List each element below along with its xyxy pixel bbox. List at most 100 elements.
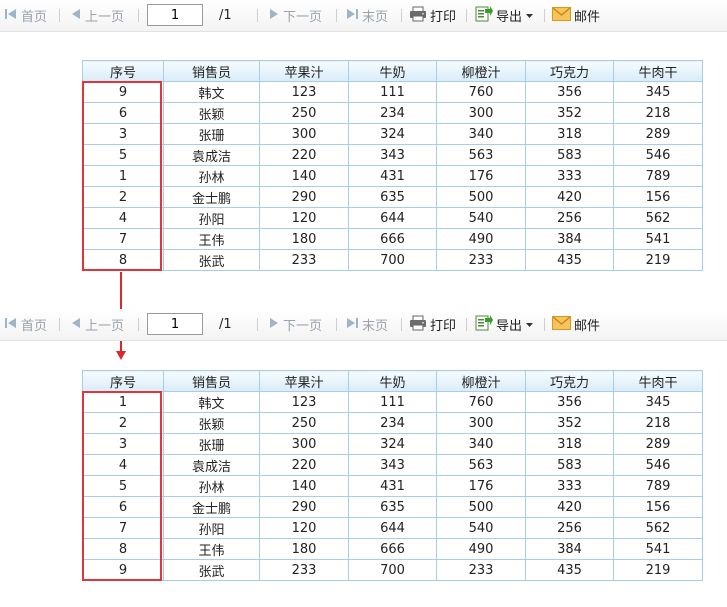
table-cell: 431 [348, 165, 437, 187]
prev-page-button[interactable]: 上一页 [70, 309, 124, 340]
print-button[interactable]: 打印 [409, 0, 456, 31]
export-icon [475, 314, 493, 335]
table-cell: 700 [348, 249, 437, 271]
table-cell: 孙林 [163, 475, 260, 497]
table-cell: 韩文 [163, 391, 260, 413]
toolbar-separator [59, 318, 60, 331]
column-header: 序号 [82, 60, 164, 82]
table-row: 8 张武 233 700 233 435 219 [82, 249, 703, 271]
toolbar-separator [138, 9, 139, 22]
toolbar-separator [544, 9, 545, 22]
first-page-button[interactable]: 首页 [4, 0, 47, 31]
table-cell: 300 [259, 433, 349, 455]
table-cell: 120 [259, 207, 349, 229]
last-page-icon [345, 8, 359, 24]
toolbar-separator [138, 318, 139, 331]
table-cell: 180 [259, 228, 349, 250]
printer-icon [409, 315, 427, 335]
first-page-label: 首页 [21, 319, 48, 334]
table-cell: 孙阳 [163, 207, 260, 229]
table-cell: 张武 [163, 249, 260, 271]
prev-page-button[interactable]: 上一页 [70, 0, 124, 31]
table-cell: 583 [525, 144, 614, 166]
table-cell: 635 [348, 186, 437, 208]
table-cell: 345 [613, 391, 703, 413]
table-cell: 156 [613, 496, 703, 518]
next-page-button[interactable]: 下一页 [268, 0, 322, 31]
table-cell: 340 [436, 433, 526, 455]
next-page-icon [268, 317, 280, 333]
table-header-row: 序号 销售员 苹果汁 牛奶 柳橙汁 巧克力 牛肉干 [82, 370, 703, 392]
table-cell: 540 [436, 517, 526, 539]
toolbar-separator [59, 9, 60, 22]
page-number-input[interactable] [147, 4, 203, 26]
table-cell: 张颖 [163, 412, 260, 434]
column-header: 销售员 [163, 370, 260, 392]
table-cell: 张珊 [163, 123, 260, 145]
table-cell: 546 [613, 454, 703, 476]
table-cell: 789 [613, 165, 703, 187]
table-cell: 333 [525, 165, 614, 187]
table-row: 4 孙阳 120 644 540 256 562 [82, 207, 703, 229]
table-row: 2 金士鹏 290 635 500 420 156 [82, 186, 703, 208]
table-cell: 352 [525, 412, 614, 434]
table-cell: 500 [436, 186, 526, 208]
table-cell: 435 [525, 249, 614, 271]
table-cell: 176 [436, 475, 526, 497]
first-page-button[interactable]: 首页 [4, 309, 47, 340]
next-page-button[interactable]: 下一页 [268, 309, 322, 340]
table-cell: 384 [525, 228, 614, 250]
next-page-label: 下一页 [283, 10, 323, 25]
table-cell: 111 [348, 81, 437, 103]
table-cell: 541 [613, 228, 703, 250]
print-label: 打印 [430, 10, 457, 25]
table-row: 7 王伟 180 666 490 384 541 [82, 228, 703, 250]
table-cell: 王伟 [163, 538, 260, 560]
table-cell: 张武 [163, 559, 260, 581]
print-button[interactable]: 打印 [409, 309, 456, 340]
table-cell: 290 [259, 186, 349, 208]
column-header: 销售员 [163, 60, 260, 82]
export-button[interactable]: 导出 [475, 309, 534, 340]
page-number-input[interactable] [147, 313, 203, 335]
export-label: 导出 [496, 319, 523, 334]
table-cell: 384 [525, 538, 614, 560]
last-page-label: 末页 [362, 319, 389, 334]
mail-button[interactable]: 邮件 [552, 0, 600, 31]
report-toolbar-top: 首页 上一页 /1 下一页 末页 打印 导出 [0, 0, 727, 32]
table-cell: 234 [348, 412, 437, 434]
mail-button[interactable]: 邮件 [552, 309, 600, 340]
export-button[interactable]: 导出 [475, 0, 534, 31]
prev-page-label: 上一页 [85, 10, 125, 25]
table-row: 1 孙林 140 431 176 333 789 [82, 165, 703, 187]
table-cell: 219 [613, 559, 703, 581]
column-header: 序号 [82, 370, 164, 392]
chevron-down-icon [526, 317, 534, 332]
table-cell: 644 [348, 207, 437, 229]
last-page-icon [345, 317, 359, 333]
page-total: /1 [219, 317, 232, 332]
table-cell: 233 [259, 559, 349, 581]
table-cell: 356 [525, 81, 614, 103]
table-row: 6 张颖 250 234 300 352 218 [82, 102, 703, 124]
table-cell: 343 [348, 144, 437, 166]
prev-page-icon [70, 317, 82, 333]
table-cell: 789 [613, 475, 703, 497]
table-cell: 123 [259, 81, 349, 103]
table-cell: 120 [259, 517, 349, 539]
printer-icon [409, 6, 427, 26]
column-header: 牛肉干 [613, 60, 703, 82]
sales-table-after: 序号 销售员 苹果汁 牛奶 柳橙汁 巧克力 牛肉干 1 韩文 123 111 760 356 345 2 张… [82, 370, 703, 581]
table-cell: 123 [259, 391, 349, 413]
table-cell: 金士鹏 [163, 186, 260, 208]
table-cell: 420 [525, 186, 614, 208]
table-row: 2 张颖 250 234 300 352 218 [82, 412, 703, 434]
last-page-button[interactable]: 末页 [345, 309, 388, 340]
table-row: 4 袁成洁 220 343 563 583 546 [82, 454, 703, 476]
toolbar-separator [401, 318, 402, 331]
prev-page-label: 上一页 [85, 319, 125, 334]
print-label: 打印 [430, 319, 457, 334]
chevron-down-icon [526, 8, 534, 23]
last-page-button[interactable]: 末页 [345, 0, 388, 31]
table-cell: 431 [348, 475, 437, 497]
